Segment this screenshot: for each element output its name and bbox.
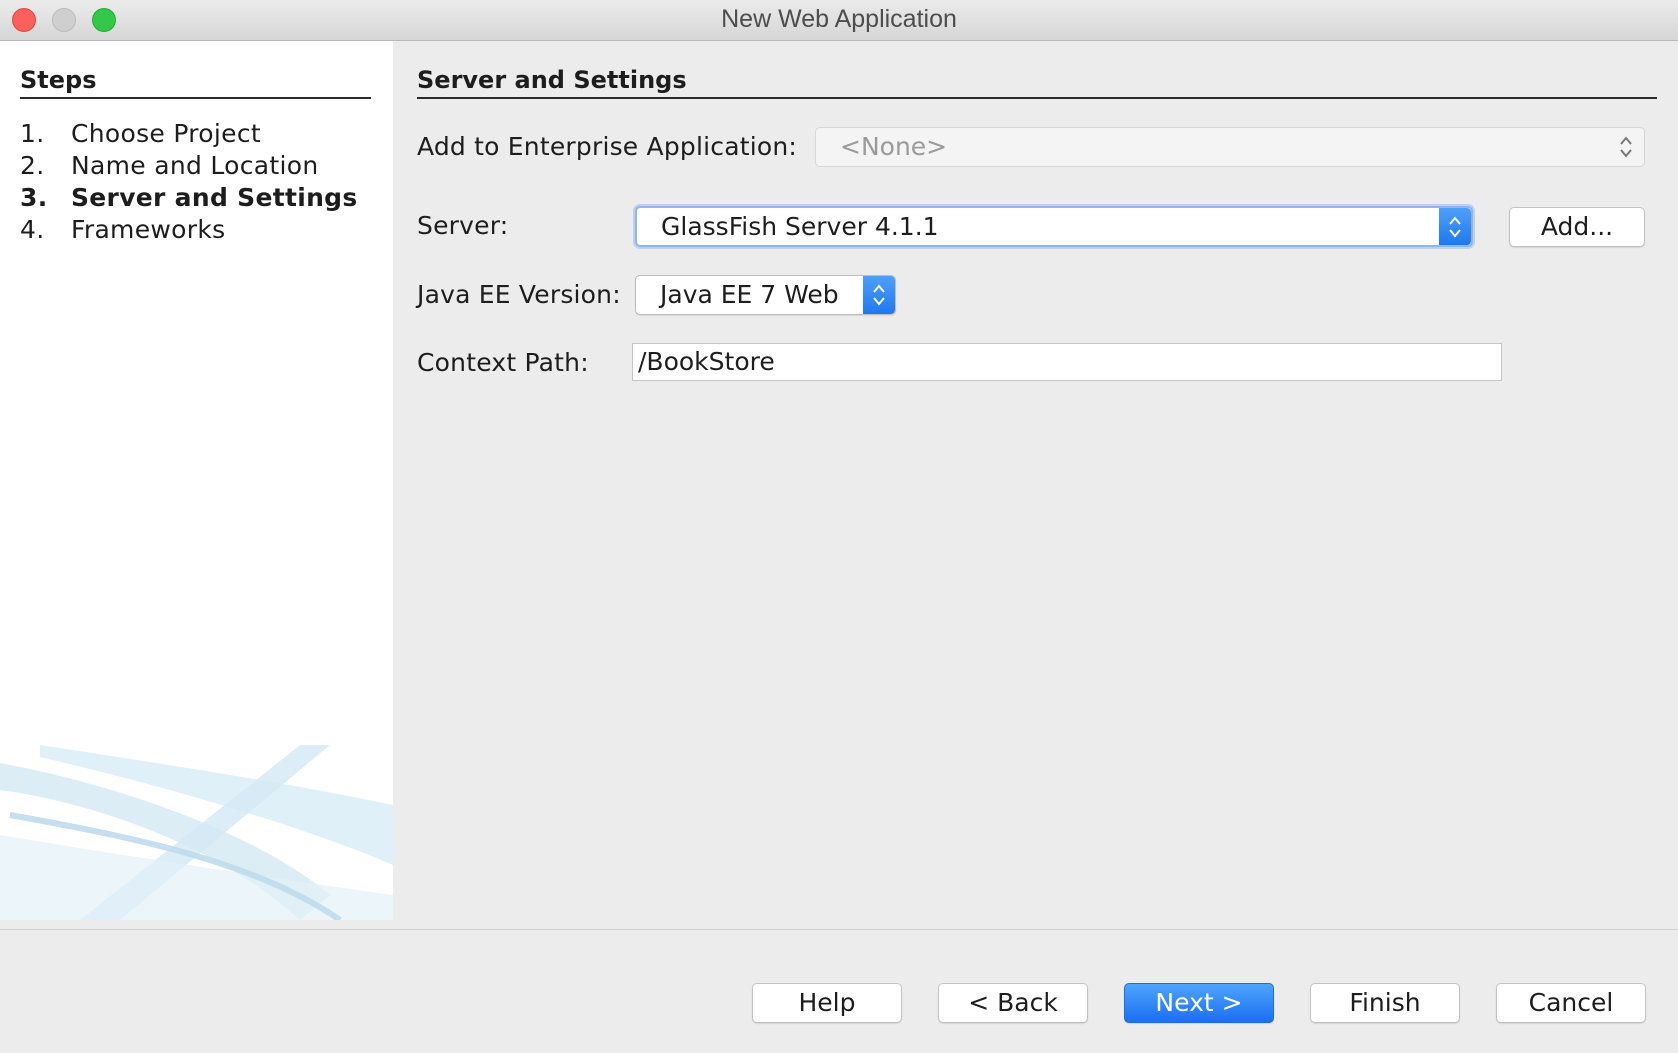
step-number: 3. bbox=[20, 183, 48, 212]
help-button[interactable]: Help bbox=[752, 983, 902, 1023]
footer-divider bbox=[0, 929, 1678, 930]
step-label: Frameworks bbox=[71, 215, 226, 244]
step-server-and-settings: 3. Server and Settings bbox=[20, 182, 358, 214]
server-value: GlassFish Server 4.1.1 bbox=[661, 212, 939, 241]
swoosh-decoration bbox=[0, 745, 393, 920]
javaee-version-select[interactable]: Java EE 7 Web bbox=[635, 275, 896, 315]
finish-button[interactable]: Finish bbox=[1310, 983, 1460, 1023]
context-path-input[interactable]: /BookStore bbox=[632, 343, 1502, 381]
cancel-button[interactable]: Cancel bbox=[1496, 983, 1646, 1023]
step-number: 4. bbox=[20, 215, 45, 244]
enterprise-app-value: <None> bbox=[840, 132, 948, 161]
updown-arrows-icon bbox=[863, 276, 895, 314]
updown-arrows-icon bbox=[1439, 208, 1471, 245]
step-frameworks: 4. Frameworks bbox=[20, 214, 358, 246]
window-title: New Web Application bbox=[721, 5, 957, 33]
javaee-version-label: Java EE Version: bbox=[417, 280, 621, 309]
title-bar: New Web Application bbox=[0, 0, 1678, 41]
steps-heading: Steps bbox=[20, 63, 371, 99]
step-number: 2. bbox=[20, 151, 45, 180]
step-label: Server and Settings bbox=[71, 183, 358, 212]
updown-arrows-icon bbox=[1614, 128, 1638, 166]
step-label: Choose Project bbox=[71, 119, 261, 148]
step-name-and-location: 2. Name and Location bbox=[20, 150, 358, 182]
step-choose-project: 1. Choose Project bbox=[20, 118, 358, 150]
add-server-button[interactable]: Add... bbox=[1509, 207, 1645, 247]
server-select[interactable]: GlassFish Server 4.1.1 bbox=[635, 206, 1473, 247]
context-path-label: Context Path: bbox=[417, 348, 589, 377]
next-button[interactable]: Next > bbox=[1124, 983, 1274, 1023]
enterprise-app-label: Add to Enterprise Application: bbox=[417, 132, 798, 161]
step-label: Name and Location bbox=[71, 151, 319, 180]
back-button[interactable]: < Back bbox=[938, 983, 1088, 1023]
javaee-version-value: Java EE 7 Web bbox=[660, 280, 839, 309]
enterprise-app-select[interactable]: <None> bbox=[815, 127, 1645, 167]
section-heading: Server and Settings bbox=[417, 63, 1657, 99]
steps-sidebar: Steps 1. Choose Project 2. Name and Locati… bbox=[0, 41, 393, 920]
server-label: Server: bbox=[417, 211, 509, 240]
steps-list: 1. Choose Project 2. Name and Location 3. S… bbox=[20, 118, 358, 246]
step-number: 1. bbox=[20, 119, 45, 148]
